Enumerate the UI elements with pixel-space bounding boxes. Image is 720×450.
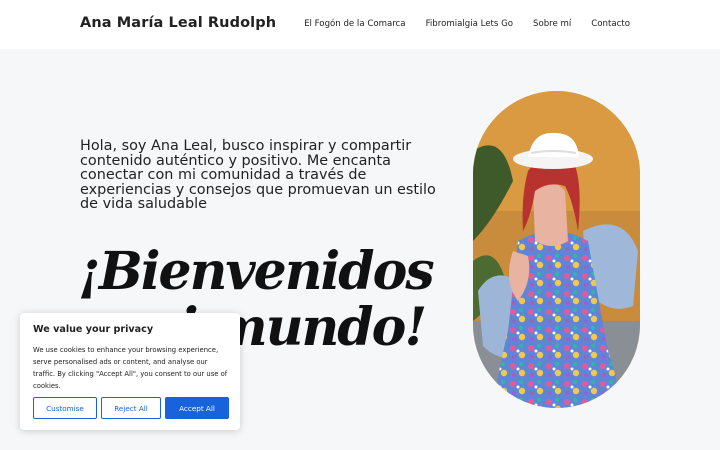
site-header: Ana María Leal Rudolph El Fogón de la Co… bbox=[0, 0, 720, 49]
cookie-banner-text: We use cookies to enhance your browsing … bbox=[33, 346, 228, 390]
site-title-link[interactable]: Ana María Leal Rudolph bbox=[80, 15, 276, 31]
hero-intro-text: Hola, soy Ana Leal, busco inspirar y com… bbox=[80, 138, 436, 213]
cookie-consent-banner: We value your privacy We use cookies to … bbox=[20, 313, 240, 430]
cookie-banner-title: We value your privacy bbox=[33, 324, 154, 335]
main-nav: El Fogón de la Comarca Fibromialgia Lets… bbox=[304, 19, 630, 29]
profile-photo-illustration bbox=[473, 91, 640, 408]
nav-item-sobre-mi[interactable]: Sobre mí bbox=[533, 19, 571, 29]
customise-button[interactable]: Customise bbox=[33, 397, 97, 419]
nav-item-contacto[interactable]: Contacto bbox=[591, 19, 630, 29]
cookie-button-group: Customise Reject All Accept All bbox=[33, 397, 229, 419]
reject-all-button[interactable]: Reject All bbox=[101, 397, 161, 419]
nav-item-el-fogon[interactable]: El Fogón de la Comarca bbox=[304, 19, 405, 29]
nav-item-fibromialgia[interactable]: Fibromialgia Lets Go bbox=[426, 19, 513, 29]
accept-all-button[interactable]: Accept All bbox=[165, 397, 229, 419]
profile-photo bbox=[473, 91, 640, 408]
